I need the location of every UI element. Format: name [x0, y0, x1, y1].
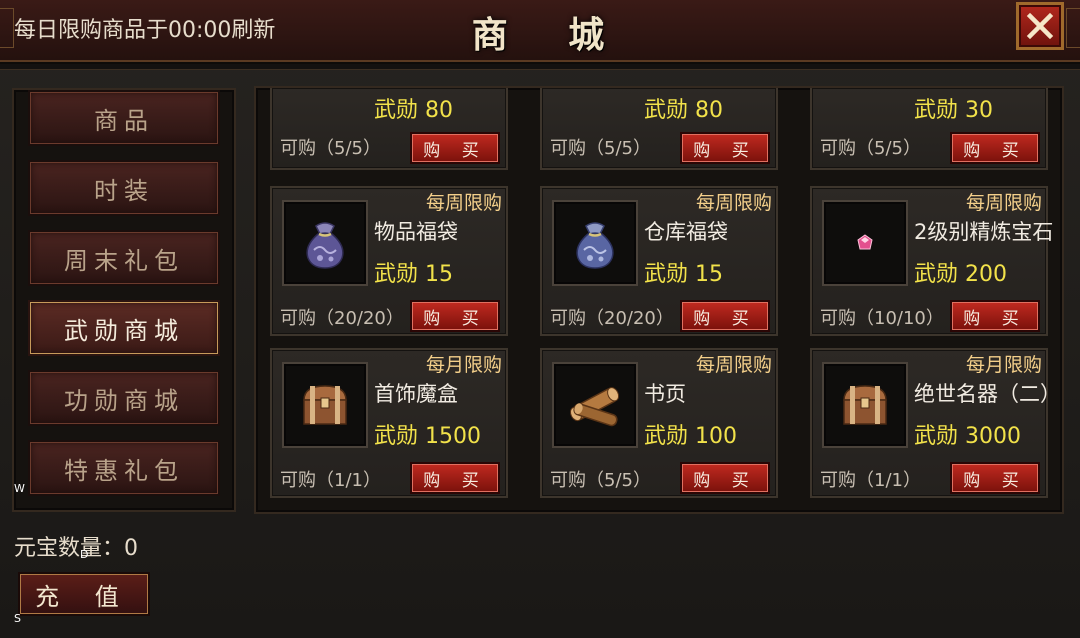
buy-button[interactable]: 购 买	[410, 462, 500, 494]
item-grid[interactable]: 武勋 80 可购（5/5） 购 买 武勋 80 可购（5/5） 购 买 武勋 3…	[254, 86, 1064, 514]
sidebar-item-label: 武勋商城	[64, 316, 184, 345]
buy-label: 购 买	[423, 140, 487, 161]
shop-item-card: 武勋 30 可购（5/5） 购 买	[810, 88, 1048, 170]
buy-label: 购 买	[963, 308, 1027, 329]
sidebar-item-wuxun-shop[interactable]: 武勋商城	[28, 300, 220, 356]
item-price: 武勋 3000	[914, 424, 1021, 449]
recharge-button[interactable]: 充 值	[18, 572, 150, 616]
shop-item-card: 每周限购 物品福袋 武勋 15 可购（20/20） 购 买	[270, 186, 508, 336]
item-price: 武勋 200	[914, 262, 1007, 287]
item-name: 2级别精炼宝石	[914, 220, 1054, 244]
buy-button[interactable]: 购 买	[950, 462, 1040, 494]
purchase-limit-badge: 每周限购	[695, 192, 772, 214]
item-icon-frame	[552, 362, 638, 448]
purchase-limit-badge: 每周限购	[965, 192, 1042, 214]
shop-item-card: 每周限购 书页 武勋 100 可购（5/5） 购 买	[540, 348, 778, 498]
item-stock: 可购（1/1）	[280, 470, 381, 491]
buy-label: 购 买	[693, 140, 757, 161]
yuanbao-count: 元宝数量：0	[14, 536, 138, 561]
item-icon-frame	[822, 362, 908, 448]
sidebar-item-label: 周末礼包	[64, 246, 184, 275]
item-icon-frame	[282, 362, 368, 448]
buy-label: 购 买	[423, 308, 487, 329]
treasure-chest-icon	[843, 385, 887, 425]
item-price: 武勋 15	[374, 262, 453, 287]
header-bar: 每日限购商品于00:00刷新 商 城	[0, 0, 1080, 62]
item-stock: 可购（5/5）	[550, 138, 651, 159]
close-icon	[1026, 12, 1054, 40]
buy-button[interactable]: 购 买	[950, 132, 1040, 164]
item-price: 武勋 1500	[374, 424, 481, 449]
buy-button[interactable]: 购 买	[410, 300, 500, 332]
key-hint-s: S	[14, 612, 21, 625]
sidebar-item-weekend-pack[interactable]: 周末礼包	[28, 230, 220, 286]
item-stock: 可购（20/20）	[280, 308, 404, 329]
buy-label: 购 买	[693, 308, 757, 329]
shop-item-card: 武勋 80 可购（5/5） 购 买	[540, 88, 778, 170]
item-stock: 可购（5/5）	[820, 138, 921, 159]
shop-item-card: 每周限购 仓库福袋 武勋 15 可购（20/20） 购 买	[540, 186, 778, 336]
item-icon-frame	[552, 200, 638, 286]
lucky-bag-icon	[306, 222, 344, 269]
sidebar-item-label: 特惠礼包	[64, 456, 184, 485]
item-price: 武勋 30	[914, 98, 993, 123]
shop-item-card: 武勋 80 可购（5/5） 购 买	[270, 88, 508, 170]
shop-window: 每日限购商品于00:00刷新 商 城 商品 时装 周末礼包 武勋商城 功勋商城 …	[0, 0, 1080, 638]
sidebar-item-special-pack[interactable]: 特惠礼包	[28, 440, 220, 496]
item-price: 武勋 15	[644, 262, 723, 287]
buy-label: 购 买	[693, 470, 757, 491]
item-name: 绝世名器（二）	[914, 382, 1061, 406]
page-title: 商 城	[471, 14, 629, 56]
item-name: 首饰魔盒	[374, 382, 458, 406]
item-stock: 可购（20/20）	[550, 308, 674, 329]
item-icon-frame	[282, 200, 368, 286]
purchase-limit-badge: 每周限购	[695, 354, 772, 376]
buy-button[interactable]: 购 买	[410, 132, 500, 164]
item-name: 物品福袋	[374, 220, 458, 244]
item-icon-frame	[822, 200, 908, 286]
scroll-icon	[569, 387, 620, 427]
purchase-limit-badge: 每周限购	[425, 192, 502, 214]
item-name: 仓库福袋	[644, 220, 728, 244]
item-stock: 可购（1/1）	[820, 470, 921, 491]
item-name: 书页	[644, 382, 686, 406]
buy-button[interactable]: 购 买	[680, 462, 770, 494]
buy-button[interactable]: 购 买	[680, 300, 770, 332]
header-ornament-right	[1066, 8, 1080, 48]
key-hint-w: W	[14, 482, 25, 495]
close-button[interactable]	[1016, 2, 1064, 50]
category-sidebar: 商品 时装 周末礼包 武勋商城 功勋商城 特惠礼包	[12, 88, 236, 512]
sidebar-item-fashion[interactable]: 时装	[28, 160, 220, 216]
recharge-label: 充 值	[35, 582, 133, 611]
sidebar-item-label: 时装	[94, 176, 154, 205]
item-price: 武勋 80	[374, 98, 453, 123]
refresh-notice: 每日限购商品于00:00刷新	[14, 18, 276, 43]
item-price: 武勋 100	[644, 424, 737, 449]
sidebar-item-label: 商品	[94, 106, 154, 135]
buy-label: 购 买	[963, 470, 1027, 491]
buy-label: 购 买	[423, 470, 487, 491]
item-stock: 可购（10/10）	[820, 308, 944, 329]
item-stock: 可购（5/5）	[550, 470, 651, 491]
purchase-limit-badge: 每月限购	[425, 354, 502, 376]
shop-item-card: 每月限购 绝世名器（二） 武勋 3000 可购（1/1） 购 买	[810, 348, 1061, 498]
gem-icon	[857, 234, 873, 250]
header-ornament-left	[0, 8, 14, 48]
item-stock: 可购（5/5）	[280, 138, 381, 159]
buy-button[interactable]: 购 买	[950, 300, 1040, 332]
buy-button[interactable]: 购 买	[680, 132, 770, 164]
item-price: 武勋 80	[644, 98, 723, 123]
key-hint-d: D	[80, 548, 89, 561]
lucky-bag-icon	[576, 222, 614, 269]
treasure-chest-icon	[303, 385, 347, 425]
buy-label: 购 买	[963, 140, 1027, 161]
shop-item-card: 每周限购 2级别精炼宝石 武勋 200 可购（10/10） 购 买	[810, 186, 1053, 336]
sidebar-item-gongxun-shop[interactable]: 功勋商城	[28, 370, 220, 426]
shop-item-card: 每月限购 首饰魔盒 武勋 1500 可购（1/1） 购 买	[270, 348, 508, 498]
sidebar-item-label: 功勋商城	[64, 386, 184, 415]
purchase-limit-badge: 每月限购	[965, 354, 1042, 376]
sidebar-item-goods[interactable]: 商品	[28, 90, 220, 146]
header-divider	[0, 64, 1080, 70]
